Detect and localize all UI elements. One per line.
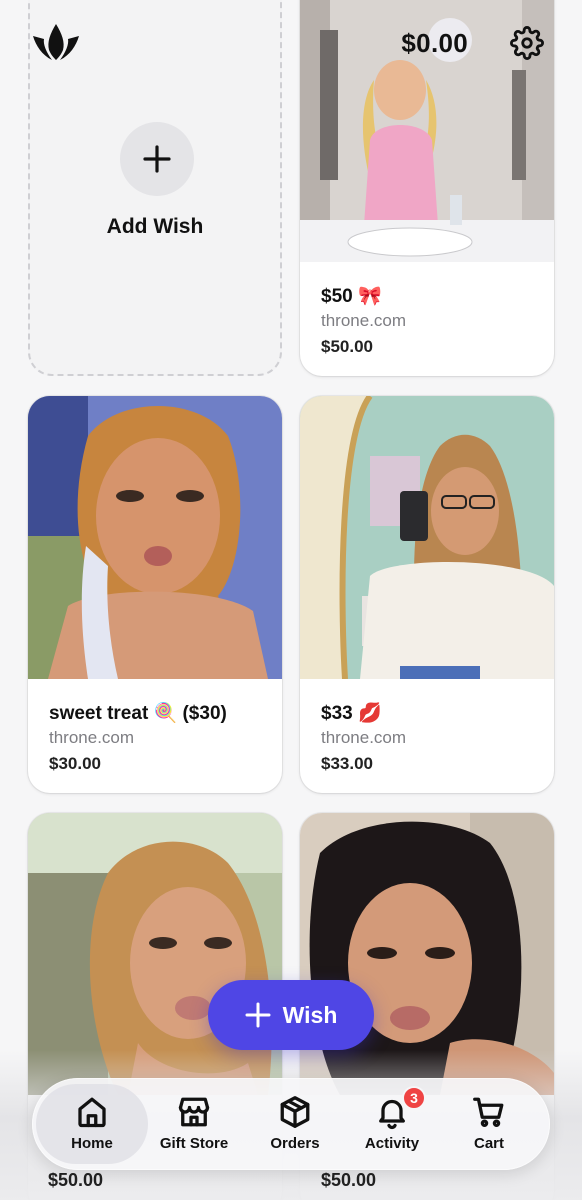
cart-icon [471, 1094, 507, 1130]
wish-site: throne.com [321, 728, 407, 747]
wish-title: $33 💋 [321, 703, 382, 724]
wish-photo [28, 813, 282, 1095]
box-icon [277, 1094, 313, 1130]
notification-badge: 3 [402, 1086, 426, 1110]
wish-site: throne.com [321, 311, 407, 330]
wish-photo [300, 396, 554, 679]
wish-photo [28, 396, 282, 679]
nav-label: Cart [473, 1135, 504, 1152]
nav-item-orders[interactable]: Orders [243, 1078, 347, 1170]
wish-price: $50.00 [321, 1170, 377, 1190]
nav-label: Home [71, 1135, 113, 1152]
plus-icon[interactable] [120, 122, 194, 196]
store-icon [176, 1094, 212, 1130]
wallet-balance[interactable]: $0.00 [401, 28, 468, 59]
wish-price: $30.00 [49, 754, 101, 773]
home-icon [74, 1094, 110, 1130]
wish-card[interactable]: sweet treat 🍭 ($30) throne.com $30.00 [28, 396, 282, 793]
wish-site: throne.com [49, 728, 135, 747]
wish-price: $50.00 [321, 337, 373, 356]
nav-item-gift-store[interactable]: Gift Store [142, 1078, 246, 1170]
wish-photo [300, 813, 554, 1095]
add-wish-fab[interactable]: Wish [208, 980, 374, 1050]
nav-label: Orders [270, 1135, 320, 1152]
nav-item-activity[interactable]: 3 Activity [340, 1078, 444, 1170]
nav-item-home[interactable]: Home [40, 1078, 144, 1170]
gear-icon[interactable] [510, 26, 544, 60]
wish-card[interactable]: $33 💋 throne.com $33.00 [300, 396, 554, 793]
nav-label: Gift Store [159, 1135, 229, 1152]
crown-logo-icon[interactable] [30, 22, 82, 64]
bottom-nav: Home Gift Store Orders 3 Activity Cart [32, 1078, 550, 1170]
wish-title: $50 🎀 [321, 286, 382, 307]
wish-price: $33.00 [321, 754, 373, 773]
nav-item-cart[interactable]: Cart [437, 1078, 541, 1170]
wish-title: sweet treat 🍭 ($30) [49, 703, 227, 724]
wish-price: $50.00 [48, 1170, 104, 1190]
fab-label: Wish [282, 1001, 338, 1028]
plus-icon [245, 1002, 271, 1028]
nav-label: Activity [364, 1135, 420, 1152]
add-wish-label: Add Wish [106, 215, 204, 238]
